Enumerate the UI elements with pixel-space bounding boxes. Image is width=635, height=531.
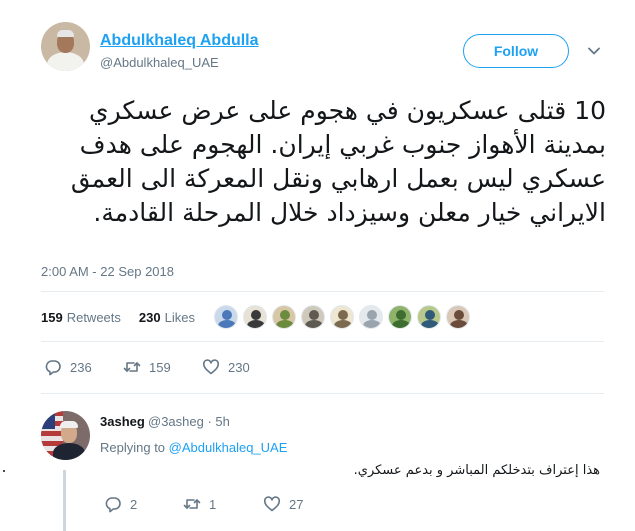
likes-label[interactable]: Likes [165,310,195,325]
retweets-label[interactable]: Retweets [67,310,121,325]
liker-avatar[interactable] [417,305,441,329]
heart-icon [263,496,281,512]
retweet-count: 159 [149,359,171,375]
liker-avatar[interactable] [330,305,354,329]
heart-icon [202,359,220,375]
reply-reply-count: 2 [130,496,138,512]
replying-to-label: Replying to [100,440,166,455]
reply-like-count: 27 [289,496,304,512]
replying-to: Replying to @Abdulkhaleq_UAE [100,440,287,455]
reply-reply-action[interactable]: 2 [104,495,137,513]
tweet-stats: 159 Retweets 230 Likes [41,310,195,325]
liker-avatar[interactable] [388,305,412,329]
reply-retweet-count: 1 [209,496,217,512]
like-count: 230 [228,359,250,375]
tweet-text: 10 قتلى عسكريون في هجوم على عرض عسكري بم… [70,96,606,227]
liker-avatar[interactable] [214,305,238,329]
reply-icon [105,497,121,513]
author-avatar[interactable] [41,22,90,71]
retweet-action[interactable]: 159 [123,358,171,376]
reply-icon [45,360,61,376]
reply-retweet-action[interactable]: 1 [183,495,216,513]
liker-avatar[interactable] [243,305,267,329]
reply-action[interactable]: 236 [44,358,92,376]
divider [41,341,604,342]
reply-author-name[interactable]: 3asheg [100,414,145,429]
likes-count[interactable]: 230 [139,310,161,325]
liker-avatars [214,305,470,329]
reply-text: هذا إعتراف بتدخلكم المباشر و بدعم عسكري. [353,463,600,478]
retweets-count[interactable]: 159 [41,310,63,325]
retweet-icon [183,499,201,509]
liker-avatar[interactable] [301,305,325,329]
author-display-name[interactable]: Abdulkhaleq Abdulla [100,32,259,50]
author-screen-name: @Abdulkhaleq_UAE [100,55,219,70]
liker-avatar[interactable] [446,305,470,329]
follow-button[interactable]: Follow [463,34,569,68]
reply-count: 236 [70,359,92,375]
divider [41,393,604,394]
thread-line [63,470,66,531]
chevron-down-icon[interactable] [587,44,601,58]
retweet-icon [123,362,141,372]
like-action[interactable]: 230 [202,358,250,376]
liker-avatar[interactable] [272,305,296,329]
reply-avatar[interactable] [41,411,90,460]
liker-avatar[interactable] [359,305,383,329]
edge-mark [3,470,5,472]
divider [41,291,604,292]
tweet-timestamp[interactable]: 2:00 AM - 22 Sep 2018 [41,264,174,279]
replying-to-mention[interactable]: @Abdulkhaleq_UAE [169,440,288,455]
reply-like-action[interactable]: 27 [263,495,303,513]
reply-author-handle[interactable]: @3asheg · 5h [148,414,230,429]
